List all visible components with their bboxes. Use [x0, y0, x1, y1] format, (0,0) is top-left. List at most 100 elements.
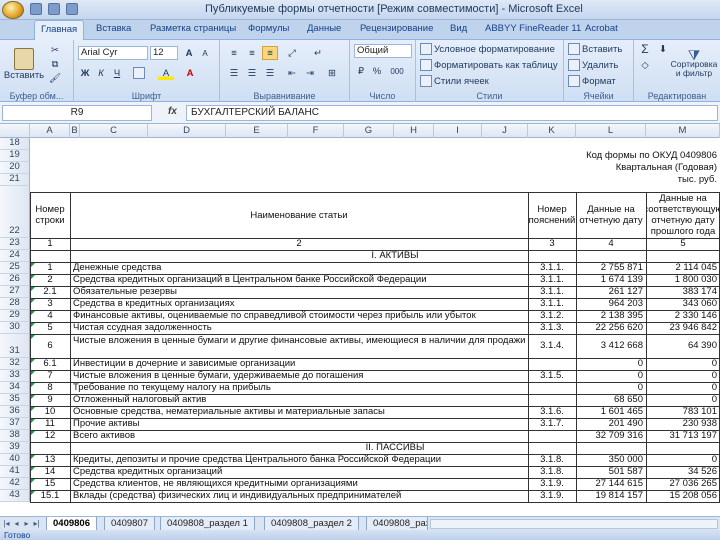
formula-input[interactable]: БУХГАЛТЕРСКИЙ БАЛАНС [186, 105, 718, 121]
error-indicator-icon [31, 491, 35, 495]
current-value-cell: 501 587 [608, 466, 643, 477]
first-sheet-icon[interactable]: |◂ [2, 519, 11, 529]
tab-insert[interactable]: Вставка [96, 23, 131, 34]
align-left-icon[interactable]: ☰ [226, 66, 242, 80]
column-header-j[interactable]: J [482, 124, 528, 138]
cell-styles-button[interactable]: Стили ячеек [420, 74, 489, 88]
worksheet-grid[interactable]: 1 8 1 9 Код формы по ОКУД 0409806 2 0 Квартальн… [0, 138, 720, 516]
sheet-tab-0409808-1[interactable]: 0409808_раздел 1 [160, 517, 255, 531]
merge-center-icon[interactable]: ⊞ [324, 66, 340, 80]
column-number-cell: 4 [608, 238, 614, 249]
column-header-e[interactable]: E [226, 124, 288, 138]
italic-button[interactable]: К [94, 66, 108, 80]
format-painter-icon[interactable]: 🖌 [48, 72, 62, 84]
column-number-cell: 2 [296, 238, 302, 249]
tab-review[interactable]: Рецензирование [360, 23, 433, 34]
decrease-indent-icon[interactable]: ⇤ [284, 66, 300, 80]
sheet-tab-0409808-2[interactable]: 0409808_раздел 2 [264, 517, 359, 531]
tab-finereader[interactable]: ABBYY FineReader 11 [485, 23, 581, 34]
font-color-button[interactable]: A [182, 66, 198, 80]
save-icon[interactable] [30, 3, 42, 15]
row-header[interactable]: 43 [0, 489, 30, 502]
notes-cell: 3.1.6. [540, 406, 564, 417]
item-name-cell: Средства кредитных организаций [73, 466, 223, 477]
tab-acrobat[interactable]: Acrobat [585, 23, 618, 34]
column-header-f[interactable]: F [288, 124, 344, 138]
sheet-tab-0409808-3[interactable]: 0409808_раздел 3 [366, 517, 428, 531]
notes-cell: 3.1.1. [540, 262, 564, 273]
insert-function-icon[interactable]: fx [168, 106, 177, 117]
prev-sheet-icon[interactable]: ◂ [12, 519, 21, 529]
notes-cell: 3.1.9. [540, 490, 564, 501]
column-header-h[interactable]: H [394, 124, 434, 138]
grow-font-button[interactable]: A [182, 46, 196, 60]
percent-button[interactable]: % [370, 64, 384, 78]
column-header-d[interactable]: D [148, 124, 226, 138]
select-all-corner[interactable] [0, 124, 30, 138]
column-header-c[interactable]: C [80, 124, 148, 138]
header-current-date: Данные на отчетную дату [579, 204, 643, 226]
row-header[interactable]: 21 [0, 173, 30, 186]
tab-home[interactable]: Главная [34, 20, 85, 41]
underline-button[interactable]: Ч [110, 66, 124, 80]
current-value-cell: 261 127 [608, 286, 643, 297]
currency-icon[interactable]: ₽ [354, 64, 368, 78]
format-cells-button[interactable]: Формат [568, 74, 616, 88]
number-format-select[interactable]: Общий [354, 44, 412, 58]
column-header-k[interactable]: K [528, 124, 576, 138]
error-indicator-icon [31, 395, 35, 399]
clear-icon[interactable]: ◇ [638, 58, 652, 72]
tab-formulas[interactable]: Формулы [248, 23, 289, 34]
borders-icon[interactable] [132, 66, 148, 80]
row-header[interactable]: 30 [0, 321, 30, 334]
font-size-select[interactable]: 12 [150, 46, 178, 60]
column-header-i[interactable]: I [434, 124, 482, 138]
paste-button[interactable]: Вставить [4, 42, 44, 86]
next-sheet-icon[interactable]: ▸ [22, 519, 31, 529]
fill-icon[interactable]: ⬇ [656, 42, 670, 56]
current-value-cell: 22 256 620 [595, 322, 643, 333]
column-header-b[interactable]: B [70, 124, 80, 138]
delete-cells-button[interactable]: Удалить [568, 58, 618, 72]
horizontal-scrollbar[interactable] [430, 519, 718, 529]
align-bottom-icon[interactable]: ≡ [262, 46, 278, 60]
row-header[interactable]: 22 [0, 186, 30, 238]
sort-filter-button[interactable]: ⧩ Сортировка и фильтр [671, 42, 718, 86]
insert-cells-button[interactable]: Вставить [568, 42, 622, 56]
sheet-tab-0409806[interactable]: 0409806 [46, 517, 97, 531]
header-item-name: Наименование статьи [250, 209, 348, 221]
conditional-format-button[interactable]: Условное форматирование [420, 42, 555, 56]
thousands-button[interactable]: 000 [386, 64, 408, 78]
format-as-table-button[interactable]: Форматировать как таблицу [420, 58, 558, 72]
name-box[interactable]: R9 [2, 105, 152, 121]
align-middle-icon[interactable]: ≡ [244, 46, 260, 60]
increase-indent-icon[interactable]: ⇥ [302, 66, 318, 80]
column-header-m[interactable]: M [646, 124, 720, 138]
font-family-select[interactable]: Arial Cyr [78, 46, 148, 60]
wrap-text-icon[interactable]: ↵ [310, 46, 326, 60]
align-right-icon[interactable]: ☰ [262, 66, 278, 80]
bold-button[interactable]: Ж [78, 66, 92, 80]
row-header[interactable]: 31 [0, 334, 30, 358]
shrink-font-button[interactable]: A [198, 46, 212, 60]
error-indicator-icon [31, 263, 35, 267]
undo-icon[interactable] [48, 3, 60, 15]
office-button[interactable] [2, 1, 24, 19]
line-number-cell: 5 [47, 322, 53, 333]
sheet-tab-0409807[interactable]: 0409807 [104, 517, 155, 531]
tab-view[interactable]: Вид [450, 23, 467, 34]
last-sheet-icon[interactable]: ▸| [32, 519, 41, 529]
align-top-icon[interactable]: ≡ [226, 46, 242, 60]
column-header-l[interactable]: L [576, 124, 646, 138]
align-center-icon[interactable]: ☰ [244, 66, 260, 80]
copy-icon[interactable]: ⧉ [48, 58, 62, 70]
fill-color-button[interactable]: A [158, 66, 174, 80]
tab-data[interactable]: Данные [307, 23, 341, 34]
column-header-a[interactable]: A [30, 124, 70, 138]
autosum-button[interactable]: Σ [638, 42, 652, 56]
redo-icon[interactable] [66, 3, 78, 15]
orientation-icon[interactable]: ⤢ [284, 46, 300, 60]
column-header-g[interactable]: G [344, 124, 394, 138]
cut-icon[interactable]: ✂ [48, 44, 62, 56]
tab-page-layout[interactable]: Разметка страницы [150, 23, 236, 34]
